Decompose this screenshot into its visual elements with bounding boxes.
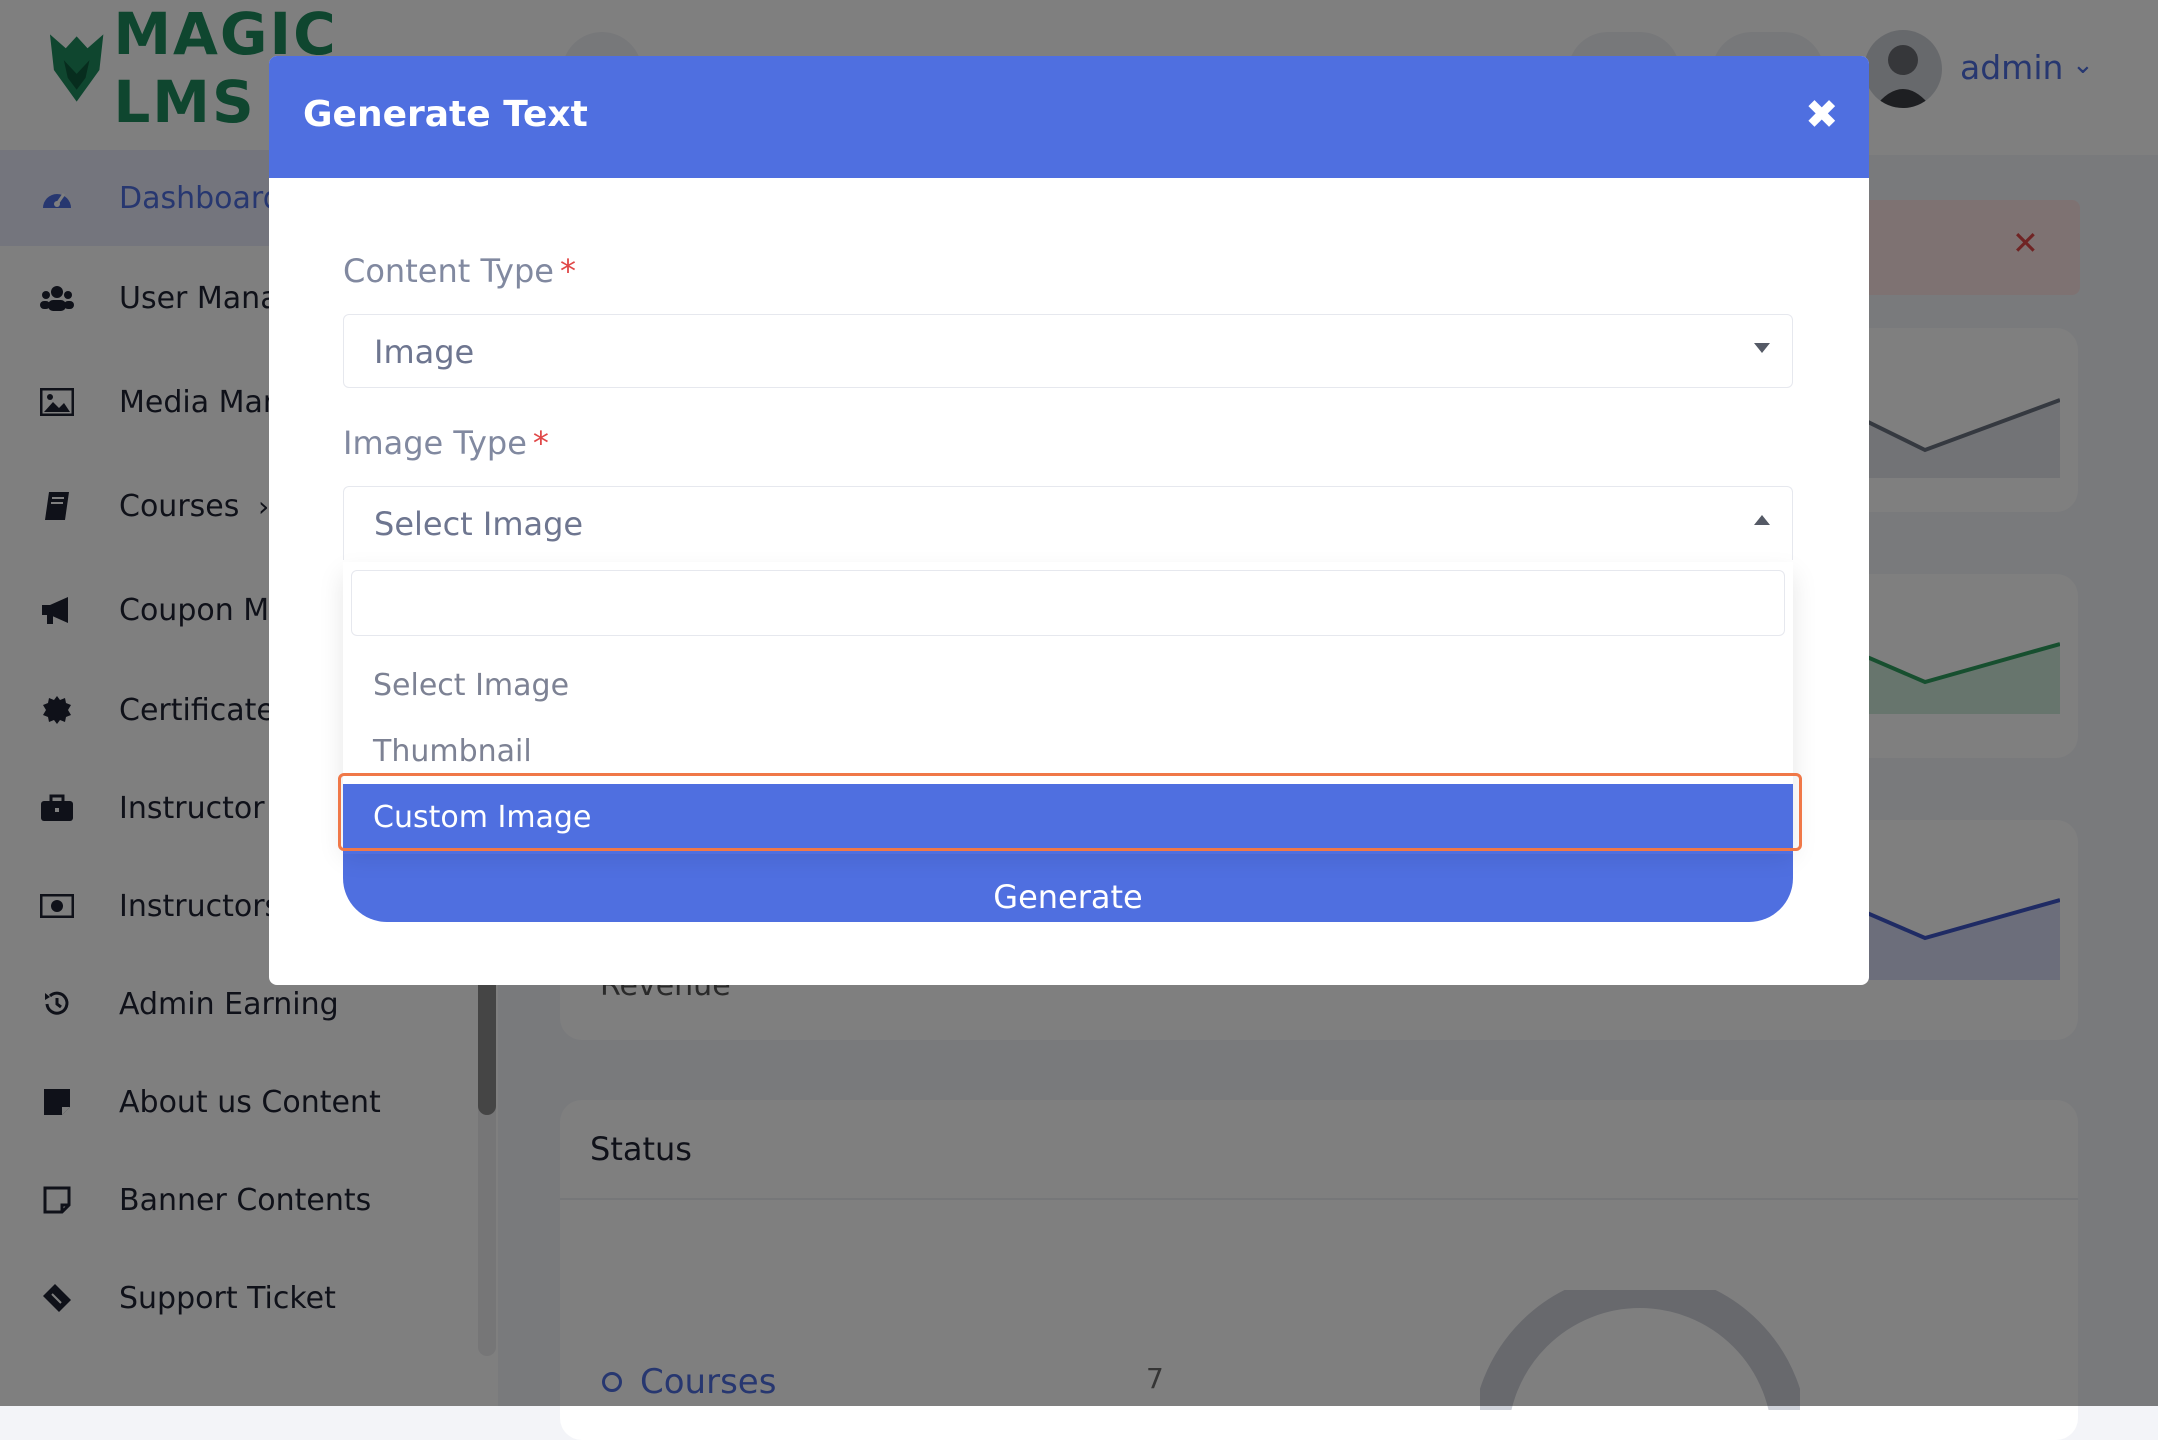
caret-up-icon xyxy=(1754,515,1770,525)
dropdown-option-label: Thumbnail xyxy=(373,734,532,769)
modal-header: Generate Text ✖ xyxy=(269,56,1869,178)
selection-highlight-frame xyxy=(338,773,1802,851)
dropdown-option[interactable]: Select Image xyxy=(343,652,1793,718)
image-type-label: Image Type * xyxy=(343,424,549,462)
dropdown-search-input[interactable] xyxy=(351,570,1785,636)
content-type-label-text: Content Type xyxy=(343,252,554,290)
image-type-label-text: Image Type xyxy=(343,424,527,462)
required-mark: * xyxy=(559,252,576,290)
close-icon[interactable]: ✖ xyxy=(1805,92,1839,138)
content-type-select[interactable]: Image xyxy=(343,314,1793,388)
dropdown-option-label: Select Image xyxy=(373,668,570,703)
image-type-value: Select Image xyxy=(374,505,584,543)
content-type-label: Content Type * xyxy=(343,252,576,290)
caret-down-icon xyxy=(1754,343,1770,353)
image-type-select[interactable]: Select Image xyxy=(343,486,1793,560)
required-mark: * xyxy=(532,424,549,462)
modal-title: Generate Text xyxy=(303,94,588,135)
generate-button-label: Generate xyxy=(993,878,1143,916)
content-type-value: Image xyxy=(374,333,475,371)
